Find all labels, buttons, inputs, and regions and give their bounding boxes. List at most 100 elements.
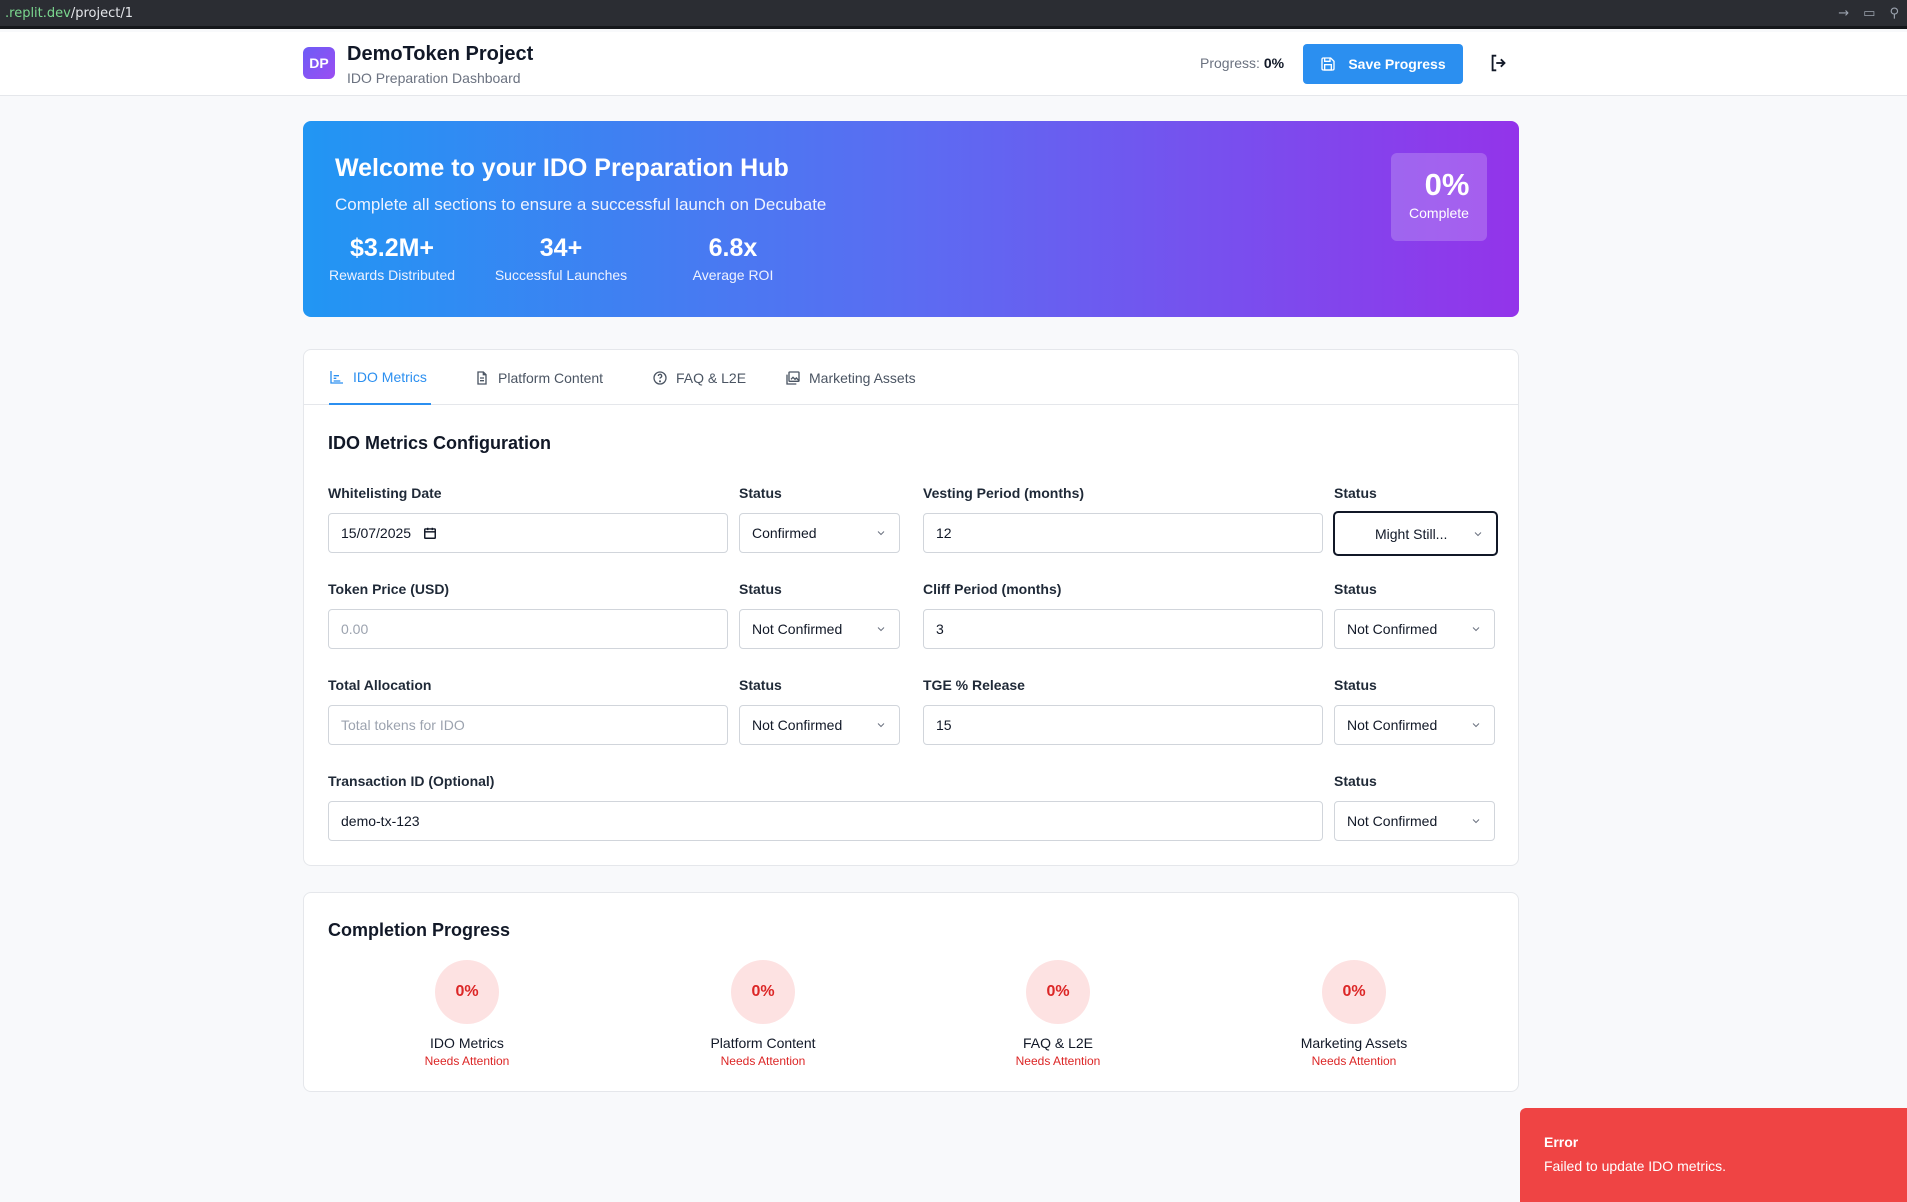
completion-title: Completion Progress [328, 920, 511, 940]
total-allocation-input[interactable]: Total tokens for IDO [328, 705, 728, 745]
status-label: Status [739, 485, 782, 501]
transaction-status-select[interactable]: Not Confirmed [1334, 801, 1495, 841]
progress-name: IDO Metrics [430, 1035, 504, 1051]
stat-label: Successful Launches [494, 267, 628, 283]
total-allocation-status-select[interactable]: Not Confirmed [739, 705, 900, 745]
progress-status: Needs Attention [1015, 1054, 1101, 1068]
status-label: Status [1334, 485, 1377, 501]
status-label: Status [739, 677, 782, 693]
tab-marketing-assets[interactable]: Marketing Assets [785, 350, 916, 405]
progress-item-marketing-assets: 0% Marketing Assets Needs Attention [1254, 960, 1454, 1068]
project-logo: DP [303, 47, 335, 79]
progress-name: Marketing Assets [1300, 1035, 1408, 1051]
select-value: Confirmed [752, 525, 817, 541]
chevron-down-icon [1472, 819, 1480, 824]
banner-title: Welcome to your IDO Preparation Hub [335, 154, 789, 182]
transaction-id-label: Transaction ID (Optional) [328, 773, 495, 789]
progress-value: 0% [1263, 55, 1285, 71]
tge-status-select[interactable]: Not Confirmed [1334, 705, 1495, 745]
save-progress-label: Save Progress [1348, 56, 1446, 72]
stat-label: Average ROI [692, 267, 774, 283]
tab-faq-l2e[interactable]: FAQ & L2E [652, 350, 746, 405]
chevron-down-icon [1472, 627, 1480, 632]
select-value: Not Confirmed [1347, 813, 1438, 829]
transaction-id-input[interactable]: demo-tx-123 [328, 801, 1323, 841]
cliff-period-label: Cliff Period (months) [923, 581, 1062, 597]
completion-badge: 0% Complete [1391, 153, 1487, 241]
stat-rewards: $3.2M+ Rewards Distributed [312, 234, 472, 283]
stat-value: $3.2M+ [349, 234, 435, 262]
select-value: Not Confirmed [1347, 717, 1438, 733]
tge-release-label: TGE % Release [923, 677, 1025, 693]
tab-label: Platform Content [498, 369, 604, 386]
status-label: Status [1334, 677, 1377, 693]
url-path: /project/1 [70, 5, 133, 21]
chevron-down-icon [1472, 723, 1480, 728]
status-label: Status [739, 581, 782, 597]
wrench-icon[interactable]: ⚲ [1889, 6, 1899, 21]
forward-icon[interactable]: → [1838, 6, 1849, 21]
token-price-input[interactable]: 0.00 [328, 609, 728, 649]
select-value: Not Confirmed [1347, 621, 1438, 637]
project-title: DemoToken Project [347, 43, 534, 65]
header-progress: Progress: 0% [1200, 55, 1284, 71]
stat-label: Rewards Distributed [328, 267, 456, 283]
progress-circle: 0% [1026, 960, 1090, 1024]
select-value: Not Confirmed [752, 717, 843, 733]
token-price-status-select[interactable]: Not Confirmed [739, 609, 900, 649]
browser-url-bar[interactable]: .replit.dev/project/1 → ▭ ⚲ [0, 0, 1907, 29]
select-value: Might Still... [1375, 525, 1448, 542]
toast-title: Error [1544, 1134, 1579, 1150]
tab-ido-metrics[interactable]: IDO Metrics [329, 350, 431, 405]
chevron-down-icon [877, 531, 885, 536]
progress-status: Needs Attention [424, 1054, 510, 1068]
chevron-down-icon [877, 723, 885, 728]
tab-label: IDO Metrics [353, 368, 427, 385]
progress-name: Platform Content [710, 1035, 816, 1051]
images-icon [786, 370, 800, 385]
status-label: Status [1334, 773, 1377, 789]
select-value: Not Confirmed [752, 621, 843, 637]
error-toast[interactable]: Error Failed to update IDO metrics. [1520, 1108, 1907, 1202]
help-circle-icon [653, 370, 667, 385]
stat-value: 34+ [539, 234, 583, 262]
progress-circle: 0% [1322, 960, 1386, 1024]
progress-circle: 0% [731, 960, 795, 1024]
cliff-period-input[interactable]: 3 [923, 609, 1323, 649]
calendar-icon[interactable] [423, 526, 437, 540]
progress-status: Needs Attention [720, 1054, 806, 1068]
url-domain: .replit.dev [5, 5, 71, 21]
chevron-down-icon [1474, 531, 1482, 536]
toast-message: Failed to update IDO metrics. [1544, 1158, 1727, 1174]
whitelisting-date-label: Whitelisting Date [328, 485, 442, 501]
progress-item-platform-content: 0% Platform Content Needs Attention [663, 960, 863, 1068]
section-title: IDO Metrics Configuration [328, 433, 552, 453]
ido-metrics-card: IDO Metrics Platform Content FAQ & L2E M… [303, 349, 1519, 866]
vesting-status-select[interactable]: Might Still... [1333, 511, 1498, 556]
section-tabs: IDO Metrics Platform Content FAQ & L2E M… [304, 350, 1518, 405]
vesting-period-label: Vesting Period (months) [923, 485, 1085, 501]
chevron-down-icon [877, 627, 885, 632]
cliff-status-select[interactable]: Not Confirmed [1334, 609, 1495, 649]
total-allocation-label: Total Allocation [328, 677, 432, 693]
browser-actions: → ▭ ⚲ [1838, 6, 1899, 21]
token-price-label: Token Price (USD) [328, 581, 450, 597]
completion-label: Complete [1409, 205, 1469, 221]
save-progress-button[interactable]: Save Progress [1303, 44, 1463, 84]
status-label: Status [1334, 581, 1377, 597]
vesting-period-input[interactable]: 12 [923, 513, 1323, 553]
logout-icon[interactable] [1488, 52, 1510, 74]
progress-status: Needs Attention [1311, 1054, 1397, 1068]
tab-platform-content[interactable]: Platform Content [474, 350, 603, 405]
completion-percent: 0% [1424, 167, 1470, 202]
tge-release-input[interactable]: 15 [923, 705, 1323, 745]
banner-subtitle: Complete all sections to ensure a succes… [335, 195, 827, 214]
completion-progress-card: Completion Progress 0% IDO Metrics Needs… [303, 892, 1519, 1092]
save-icon [1321, 57, 1336, 71]
whitelisting-status-select[interactable]: Confirmed [739, 513, 900, 553]
progress-circle: 0% [435, 960, 499, 1024]
monitor-icon[interactable]: ▭ [1863, 6, 1875, 21]
welcome-banner: Welcome to your IDO Preparation Hub Comp… [303, 121, 1519, 317]
whitelisting-date-input[interactable]: 15/07/2025 [328, 513, 728, 553]
progress-name: FAQ & L2E [1022, 1035, 1094, 1051]
